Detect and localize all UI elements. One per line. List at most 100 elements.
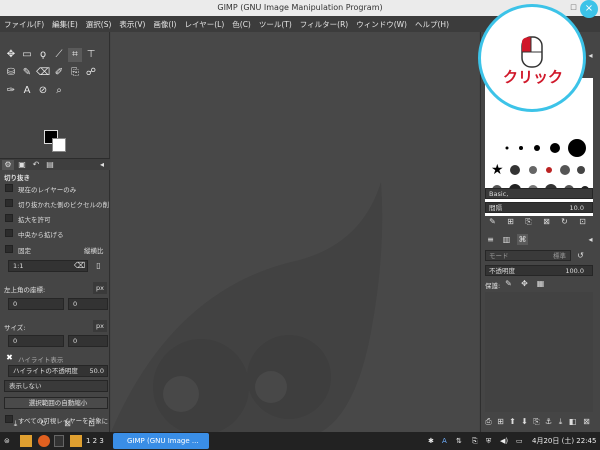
lock-alpha-icon[interactable]: ▦ (535, 278, 546, 289)
new-brush-icon[interactable]: ⊞ (505, 216, 516, 227)
menu-colors[interactable]: 色(C) (232, 19, 251, 30)
layers-tab-icon[interactable]: ≡ (485, 234, 496, 245)
layer-mode-select[interactable]: モード 標準 (485, 250, 571, 261)
zoom-icon[interactable]: ⌕ (52, 84, 66, 98)
crop-tool-icon[interactable]: ⌗ (68, 48, 82, 62)
delete-layer-icon[interactable]: ⊠ (581, 416, 592, 427)
clear-field-icon[interactable]: ⌫ (74, 260, 85, 271)
browser-icon[interactable] (38, 435, 50, 447)
fuzzy-select-icon[interactable]: ⟋ (52, 48, 66, 62)
clone-icon[interactable]: ⎘ (68, 66, 82, 80)
airbrush-icon[interactable]: ✐ (52, 66, 66, 80)
new-layer-icon[interactable]: ⎙ (483, 416, 494, 427)
paths-icon[interactable]: ✑ (4, 84, 18, 98)
raise-layer-icon[interactable]: ⬆ (507, 416, 518, 427)
layers-list[interactable] (485, 292, 593, 412)
reset-mode-icon[interactable]: ↺ (575, 250, 586, 261)
size-h-field[interactable]: 0 (68, 335, 108, 347)
updates-icon[interactable]: ⎘ (472, 435, 478, 447)
move-tool-icon[interactable]: ✥ (4, 48, 18, 62)
battery-icon[interactable]: ▭ (516, 435, 523, 447)
transform-tool-icon[interactable]: ⊤ (84, 48, 98, 62)
background-color[interactable] (52, 138, 66, 152)
delete-cropped-checkbox[interactable] (5, 199, 13, 207)
position-x-field[interactable]: 0 (8, 298, 64, 310)
image-canvas[interactable] (111, 32, 479, 432)
edit-brush-icon[interactable]: ✎ (487, 216, 498, 227)
measure-icon[interactable]: ⊘ (36, 84, 50, 98)
bucket-fill-icon[interactable]: ⛁ (4, 66, 18, 80)
portrait-landscape-icon[interactable]: ▯ (93, 260, 104, 271)
fixed-mode-select[interactable]: 縦横比 (84, 245, 104, 255)
brush-preset-select[interactable]: Basic, (485, 188, 593, 199)
gimp-task-button[interactable]: GIMP (GNU Image ... (113, 433, 209, 449)
allow-growing-checkbox[interactable] (5, 214, 13, 222)
menu-windows[interactable]: ウィンドウ(W) (356, 19, 407, 30)
reset-options-icon[interactable]: ⊡ (86, 418, 97, 429)
delete-brush-icon[interactable]: ⊠ (541, 216, 552, 227)
brushes-menu-icon[interactable]: ◂ (585, 50, 596, 61)
input-method-indicator[interactable]: A (442, 435, 447, 447)
menu-edit[interactable]: 編集(E) (52, 19, 78, 30)
bluetooth-icon[interactable]: ✱ (428, 435, 434, 447)
files-icon[interactable] (20, 435, 32, 447)
highlight-opacity-slider[interactable]: ハイライトの不透明度 50.0 (8, 365, 108, 377)
folder-icon[interactable] (70, 435, 82, 447)
size-w-field[interactable]: 0 (8, 335, 64, 347)
network-icon[interactable]: ⇅ (456, 435, 462, 447)
mask-layer-icon[interactable]: ◧ (567, 416, 578, 427)
lock-pixels-icon[interactable]: ✎ (503, 278, 514, 289)
device-status-tab-icon[interactable]: ▣ (16, 160, 28, 170)
menu-layer[interactable]: レイヤー(L) (184, 19, 224, 30)
shield-icon[interactable]: ⛨ (486, 435, 491, 447)
merge-layer-icon[interactable]: ⤓ (555, 416, 566, 427)
volume-icon[interactable]: ◀) (500, 435, 508, 447)
close-button[interactable]: × (580, 0, 598, 18)
menu-select[interactable]: 選択(S) (86, 19, 112, 30)
images-tab-icon[interactable]: ▤ (44, 160, 56, 170)
save-options-icon[interactable]: ⤓ (10, 418, 21, 429)
duplicate-layer-icon[interactable]: ⎘ (531, 416, 542, 427)
paintbrush-icon[interactable]: ✎ (20, 66, 34, 80)
lasso-icon[interactable]: ϙ (36, 48, 50, 62)
workspace-switcher[interactable]: 1 2 3 (86, 435, 104, 447)
smudge-icon[interactable]: ☍ (84, 66, 98, 80)
refresh-brushes-icon[interactable]: ↻ (559, 216, 570, 227)
anchor-layer-icon[interactable]: ⚓ (543, 416, 554, 427)
position-unit-select[interactable]: px (93, 282, 107, 294)
paths-tab-icon[interactable]: ⌘ (517, 234, 528, 245)
duplicate-brush-icon[interactable]: ⎘ (523, 216, 534, 227)
eraser-icon[interactable]: ⌫ (36, 66, 50, 80)
menu-help[interactable]: ヘルプ(H) (415, 19, 449, 30)
size-unit-select[interactable]: px (93, 320, 107, 332)
restore-options-icon[interactable]: ↻ (38, 418, 49, 429)
layers-menu-icon[interactable]: ◂ (585, 234, 596, 245)
highlight-checkbox-icon[interactable]: ✖ (4, 352, 15, 363)
clock[interactable]: 4月20日 (土) 22:45 (532, 435, 596, 447)
dock-menu-icon[interactable]: ◂ (96, 160, 108, 170)
rect-select-icon[interactable]: ▭ (20, 48, 34, 62)
auto-shrink-button[interactable]: 選択範囲の自動縮小 (4, 397, 108, 409)
menu-image[interactable]: 画像(I) (153, 19, 176, 30)
spacing-slider[interactable]: 間隔 10.0 (485, 202, 593, 213)
channels-tab-icon[interactable]: ▥ (501, 234, 512, 245)
menu-view[interactable]: 表示(V) (119, 19, 145, 30)
position-y-field[interactable]: 0 (68, 298, 108, 310)
expand-from-center-checkbox[interactable] (5, 229, 13, 237)
text-tool-icon[interactable]: A (20, 84, 34, 98)
menu-file[interactable]: ファイル(F) (4, 19, 44, 30)
terminal-icon[interactable] (54, 435, 64, 447)
new-group-icon[interactable]: ⊞ (495, 416, 506, 427)
delete-options-icon[interactable]: ⊠ (62, 418, 73, 429)
layer-opacity-slider[interactable]: 不透明度 100.0 (485, 265, 593, 276)
guides-select[interactable]: 表示しない (4, 380, 108, 392)
undo-history-tab-icon[interactable]: ↶ (30, 160, 42, 170)
current-layer-checkbox[interactable] (5, 184, 13, 192)
apps-menu-icon[interactable]: ⊜ (4, 435, 10, 447)
menu-tools[interactable]: ツール(T) (259, 19, 292, 30)
brush-to-image-icon[interactable]: ⊡ (577, 216, 588, 227)
tool-options-tab-icon[interactable]: ⚙ (2, 160, 14, 170)
fixed-checkbox[interactable] (5, 245, 13, 253)
menu-filters[interactable]: フィルター(R) (300, 19, 348, 30)
lock-position-icon[interactable]: ✥ (519, 278, 530, 289)
